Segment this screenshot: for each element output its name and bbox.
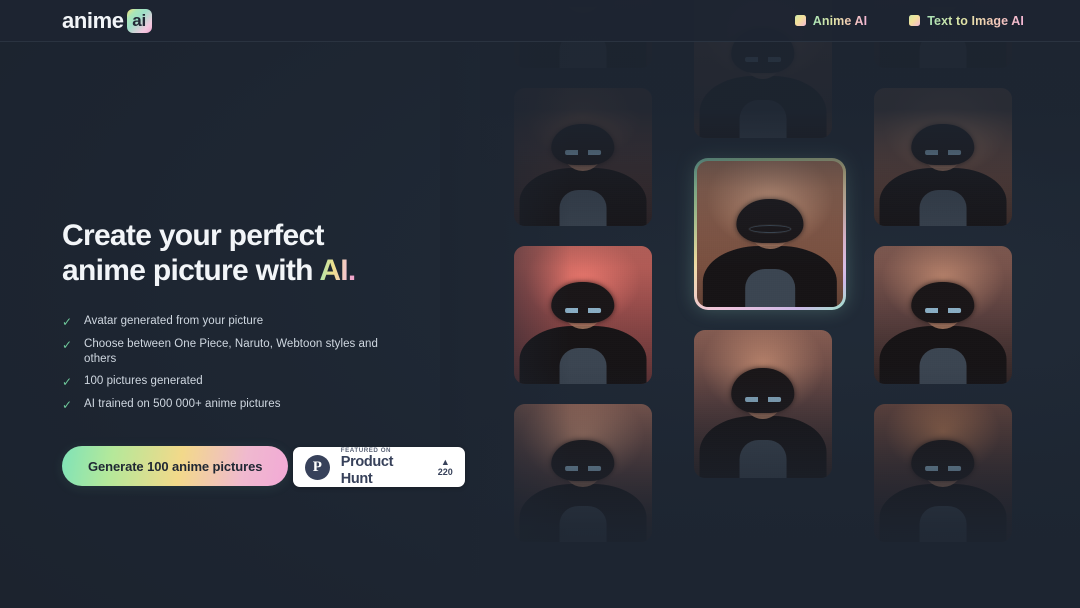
feature-text: 100 pictures generated <box>84 375 203 388</box>
gallery-card[interactable] <box>697 161 843 307</box>
nav-item-anime-ai[interactable]: Anime AI <box>794 13 868 28</box>
headline-period: . <box>347 254 356 288</box>
site-header: anime ai Anime AI Text to Image AI <box>0 0 1080 42</box>
nav-item-label: Text to Image AI <box>927 13 1024 28</box>
logo-text: anime <box>62 7 124 33</box>
logo-badge: ai <box>126 8 152 33</box>
gallery-card[interactable] <box>874 404 1012 542</box>
gallery-card[interactable] <box>694 330 832 478</box>
grain-overlay <box>874 246 1012 384</box>
upvote-arrow-icon: ▲ <box>440 456 450 467</box>
gallery-image <box>874 404 1012 542</box>
gallery-image <box>874 88 1012 226</box>
gallery-image <box>514 404 652 542</box>
grain-overlay <box>874 404 1012 542</box>
grain-overlay <box>874 88 1012 226</box>
grain-overlay <box>514 404 652 542</box>
feature-text: AI trained on 500 000+ anime pictures <box>84 398 281 411</box>
gallery-column-center <box>694 0 846 498</box>
grain-overlay <box>514 246 652 384</box>
hero-section: Create your perfect anime picture with A… <box>62 218 482 488</box>
upvote-count: 220 <box>437 466 453 477</box>
grain-overlay <box>514 88 652 226</box>
feature-text: Choose between One Piece, Naruto, Webtoo… <box>84 338 378 366</box>
featured-on-label: FEATURED ON <box>340 446 392 454</box>
gallery-image <box>514 246 652 384</box>
logo[interactable]: anime ai <box>62 7 152 33</box>
check-icon: ✓ <box>62 315 73 330</box>
gallery-card[interactable] <box>874 88 1012 226</box>
check-icon: ✓ <box>62 338 73 353</box>
gallery-card[interactable] <box>514 88 652 226</box>
product-hunt-badge[interactable]: P FEATURED ON Product Hunt ▲ 220 <box>292 447 465 488</box>
headline-line-2: anime picture with <box>62 254 320 288</box>
product-hunt-name: Product Hunt <box>340 454 394 487</box>
headline-highlight: AI <box>319 254 348 288</box>
list-item: ✓ 100 pictures generated <box>62 374 482 390</box>
product-hunt-votes[interactable]: ▲ 220 <box>437 456 453 477</box>
list-item: ✓ AI trained on 500 000+ anime pictures <box>62 397 482 413</box>
gallery-image <box>874 246 1012 384</box>
gallery-card-featured[interactable] <box>694 158 846 310</box>
headline-line-1: Create your perfect <box>62 219 325 252</box>
gallery-image <box>697 161 843 307</box>
gallery-card[interactable] <box>514 404 652 542</box>
gallery-image <box>514 88 652 226</box>
gallery-card[interactable] <box>514 246 652 384</box>
gallery-card[interactable] <box>874 246 1012 384</box>
gallery-column-left <box>514 0 652 562</box>
gallery-image <box>694 330 832 478</box>
page-title: Create your perfect anime picture with A… <box>62 218 482 288</box>
landing-page: anime ai Anime AI Text to Image AI Create… <box>0 0 1080 608</box>
feature-list: ✓ Avatar generated from your picture ✓ C… <box>62 314 482 413</box>
product-hunt-text: FEATURED ON Product Hunt <box>341 447 427 488</box>
list-item: ✓ Choose between One Piece, Naruto, Webt… <box>62 337 482 367</box>
grain-overlay <box>697 161 843 307</box>
main-nav: Anime AI Text to Image AI <box>794 13 1024 28</box>
list-item: ✓ Avatar generated from your picture <box>62 314 482 330</box>
gradient-square-icon <box>794 15 806 26</box>
gallery-column-right <box>874 0 1012 562</box>
nav-item-text-to-image-ai[interactable]: Text to Image AI <box>909 14 1024 28</box>
gradient-square-icon <box>909 15 921 26</box>
nav-item-label: Anime AI <box>812 13 868 28</box>
product-hunt-logo-icon: P <box>304 454 330 480</box>
check-icon: ✓ <box>62 398 73 413</box>
check-icon: ✓ <box>62 375 73 390</box>
grain-overlay <box>694 330 832 478</box>
generate-pictures-button[interactable]: Generate 100 anime pictures <box>62 446 289 487</box>
feature-text: Avatar generated from your picture <box>84 315 264 328</box>
